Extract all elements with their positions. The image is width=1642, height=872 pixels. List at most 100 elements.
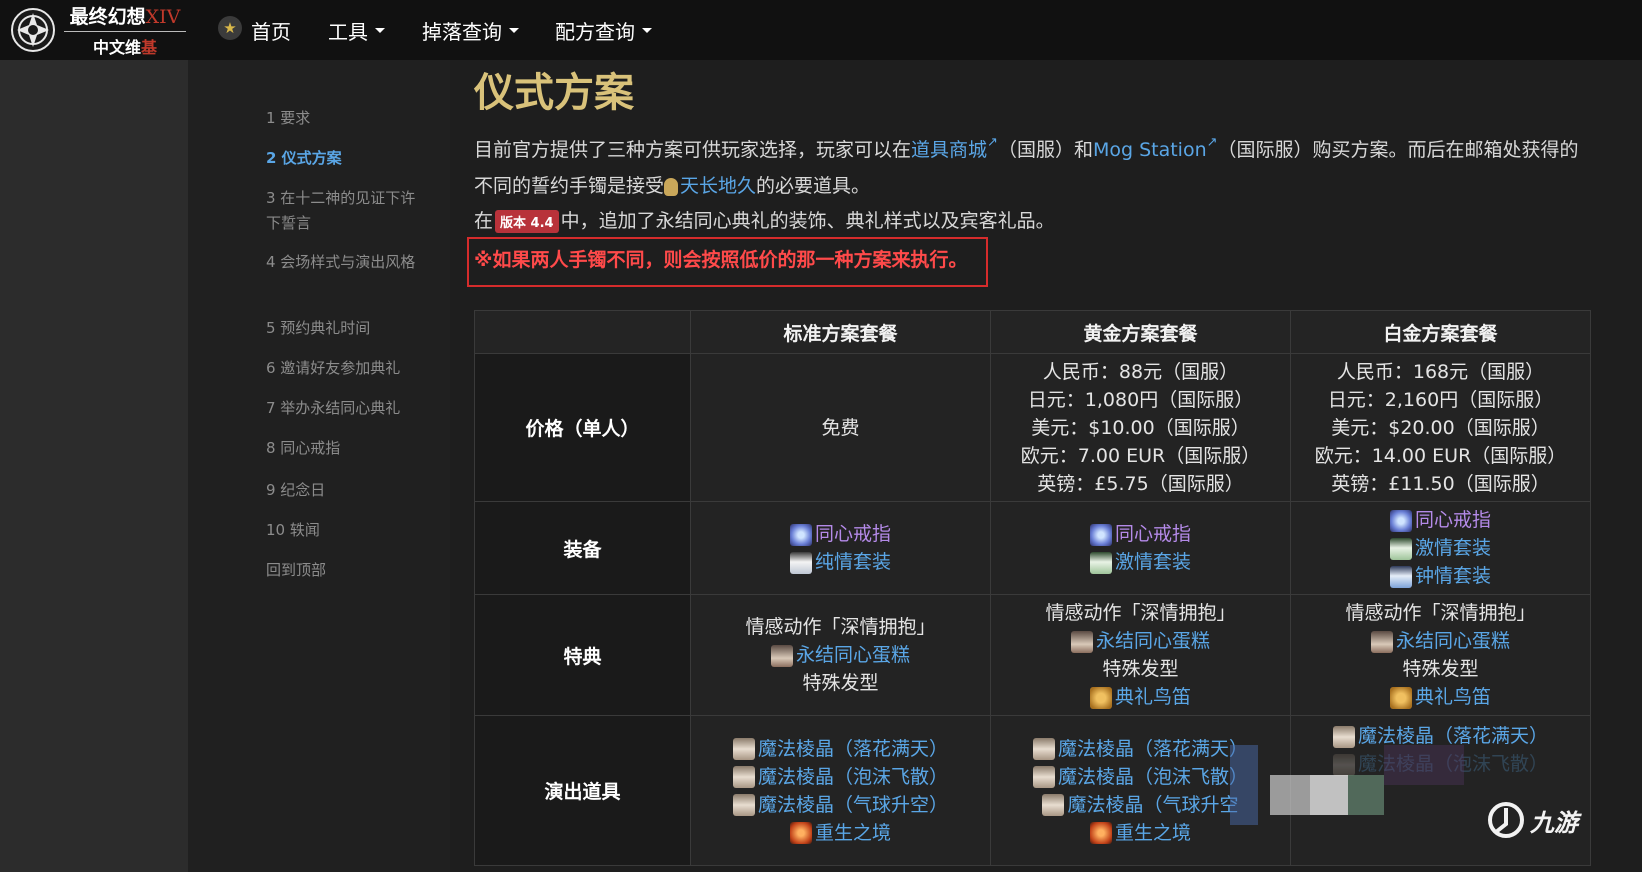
logo-title: 最终幻想XIV xyxy=(69,6,181,28)
item-link[interactable]: 永结同心蛋糕 xyxy=(1096,630,1210,652)
item-link[interactable]: 激情套装 xyxy=(1415,537,1491,559)
caret-down-icon xyxy=(642,28,652,33)
dress-icon xyxy=(1089,551,1112,574)
row-header-price: 价格（单人） xyxy=(474,353,691,502)
cake-icon xyxy=(770,644,793,667)
rebirth-icon xyxy=(789,822,812,844)
equipment-platinum: 同心戒指 激情套装 钟情套装 xyxy=(1290,501,1591,595)
paragraph-bracelet: 不同的誓约手镯是接受 天长地久的必要道具。 xyxy=(474,175,871,197)
equipment-gold: 同心戒指 激情套装 xyxy=(990,501,1291,595)
version-badge[interactable]: 版本 4.4 xyxy=(495,210,559,233)
toc-item-requirements[interactable]: 1 要求 xyxy=(266,106,426,131)
row-header-equipment: 装备 xyxy=(474,501,691,595)
prism-icon xyxy=(1042,794,1065,816)
cake-icon xyxy=(1370,630,1393,653)
item-link[interactable]: 重生之境 xyxy=(815,822,891,844)
ring-icon xyxy=(1089,523,1112,546)
notice-text: ※如果两人手镯不同，则会按照低价的那一种方案来执行。 xyxy=(474,249,968,271)
item-mall-link[interactable]: 道具商城 xyxy=(911,139,987,161)
prism-icon xyxy=(732,794,755,816)
star-icon[interactable]: ★ xyxy=(218,16,242,40)
toc-item-back-to-top[interactable]: 回到顶部 xyxy=(266,558,426,583)
item-link[interactable]: 魔法棱晶（泡沫飞散） xyxy=(758,766,948,788)
item-link[interactable]: 重生之境 xyxy=(1115,822,1191,844)
nav-recipe-search[interactable]: 配方查询 xyxy=(555,16,652,45)
mog-station-link[interactable]: Mog Station xyxy=(1093,139,1207,161)
toc-item-ceremony-plans[interactable]: 2 仪式方案 xyxy=(266,146,426,171)
prism-icon xyxy=(732,766,755,788)
item-link[interactable]: 同心戒指 xyxy=(815,523,891,545)
performance-gold: 魔法棱晶（落花满天） 魔法棱晶（泡沫飞散） 魔法棱晶（气球升空 重生之境 xyxy=(990,715,1291,866)
price-platinum: 人民币：168元（国服） 日元：2,160円（国际服） 美元：$20.00（国际… xyxy=(1290,353,1591,502)
nav-tools[interactable]: 工具 xyxy=(328,16,385,45)
table-header-gold: 黄金方案套餐 xyxy=(990,310,1291,354)
equipment-standard: 同心戒指 纯情套装 xyxy=(690,501,991,595)
prism-icon xyxy=(732,738,755,760)
ring-icon xyxy=(1389,509,1412,532)
left-sidebar-strip xyxy=(0,60,188,872)
toc-item-rings[interactable]: 8 同心戒指 xyxy=(266,436,426,461)
table-of-contents: 1 要求 2 仪式方案 3 在十二神的见证下许下誓言 4 会场样式与演出风格 5… xyxy=(188,60,450,872)
toc-item-trivia[interactable]: 10 轶闻 xyxy=(266,518,426,543)
item-link[interactable]: 魔法棱晶（泡沫飞散） xyxy=(1058,766,1248,788)
plan-comparison-table: 标准方案套餐 黄金方案套餐 白金方案套餐 价格（单人） 免费 人民币：88元（国… xyxy=(474,310,1591,866)
table-header-platinum: 白金方案套餐 xyxy=(1290,310,1591,354)
item-link[interactable]: 魔法棱晶（气球升空） xyxy=(758,794,948,816)
item-link[interactable]: 钟情套装 xyxy=(1415,565,1491,587)
rebirth-icon xyxy=(1089,822,1112,844)
item-link[interactable]: 同心戒指 xyxy=(1115,523,1191,545)
price-standard: 免费 xyxy=(690,353,991,502)
toc-item-hold-ceremony[interactable]: 7 举办永结同心典礼 xyxy=(266,396,426,421)
prism-icon xyxy=(1332,725,1355,748)
cake-icon xyxy=(1070,630,1093,653)
item-link[interactable]: 魔法棱晶（落花满天） xyxy=(1058,738,1248,760)
site-logo[interactable]: 最终幻想XIV 中文维基 xyxy=(10,0,195,60)
perks-gold: 情感动作「深情拥抱」 永结同心蛋糕 特殊发型 典礼鸟笛 xyxy=(990,594,1291,716)
paragraph-intro: 目前官方提供了三种方案可供玩家选择，玩家可以在道具商城↗（国服）和Mog Sta… xyxy=(474,135,1579,161)
toc-item-reservation[interactable]: 5 预约典礼时间 xyxy=(266,316,426,341)
item-link[interactable]: 永结同心蛋糕 xyxy=(1396,630,1510,652)
nav-home[interactable]: 首页 xyxy=(251,16,291,45)
item-link[interactable]: 永结同心蛋糕 xyxy=(796,644,910,666)
table-row-performance: 演出道具 魔法棱晶（落花满天） 魔法棱晶（泡沫飞散） 魔法棱晶（气球升空） 重生… xyxy=(474,715,1591,866)
toc-item-anniversary[interactable]: 9 纪念日 xyxy=(266,478,426,503)
prism-icon xyxy=(1032,766,1055,788)
item-link[interactable]: 激情套装 xyxy=(1115,551,1191,573)
watermark: 九游 xyxy=(1486,790,1626,850)
caret-down-icon xyxy=(509,28,519,33)
table-row-perks: 特典 情感动作「深情拥抱」 永结同心蛋糕 特殊发型 情感动作「深情拥抱」 永结同… xyxy=(474,594,1591,716)
bird-whistle-icon xyxy=(1389,686,1412,709)
item-link[interactable]: 典礼鸟笛 xyxy=(1115,686,1191,708)
item-link[interactable]: 纯情套装 xyxy=(815,551,891,573)
dress-icon xyxy=(1389,565,1412,588)
caret-down-icon xyxy=(375,28,385,33)
quest-icon xyxy=(664,177,679,196)
main-content: 仪式方案 目前官方提供了三种方案可供玩家选择，玩家可以在道具商城↗（国服）和Mo… xyxy=(450,60,1642,872)
toc-item-venue-style[interactable]: 4 会场样式与演出风格 xyxy=(266,250,426,275)
item-link[interactable]: 同心戒指 xyxy=(1415,509,1491,531)
top-navbar: 最终幻想XIV 中文维基 ★ 首页 工具 掉落查询 配方查询 xyxy=(0,0,1642,60)
crystal-emblem-icon xyxy=(11,8,55,52)
item-link[interactable]: 魔法棱晶（泡沫飞散） xyxy=(1358,753,1548,775)
table-header-standard: 标准方案套餐 xyxy=(690,310,991,354)
page-title: 仪式方案 xyxy=(474,70,634,116)
perks-platinum: 情感动作「深情拥抱」 永结同心蛋糕 特殊发型 典礼鸟笛 xyxy=(1290,594,1591,716)
nine-game-logo-icon xyxy=(1488,802,1524,838)
item-link[interactable]: 魔法棱晶（落花满天） xyxy=(1358,725,1548,747)
item-link[interactable]: 魔法棱晶（落花满天） xyxy=(758,738,948,760)
bird-whistle-icon xyxy=(1089,686,1112,709)
quest-link[interactable]: 天长地久 xyxy=(680,175,756,197)
toc-item-invite-friends[interactable]: 6 邀请好友参加典礼 xyxy=(266,356,426,381)
toc-item-vows[interactable]: 3 在十二神的见证下许下誓言 xyxy=(266,186,426,236)
paragraph-version: 在版本 4.4 中，追加了永结同心典礼的装饰、典礼样式以及宾客礼品。 xyxy=(474,210,1055,233)
dress-icon xyxy=(789,551,812,574)
watermark-text: 九游 xyxy=(1530,808,1578,837)
price-gold: 人民币：88元（国服） 日元：1,080円（国际服） 美元：$10.00（国际服… xyxy=(990,353,1291,502)
row-header-perks: 特典 xyxy=(474,594,691,716)
nav-drop-search[interactable]: 掉落查询 xyxy=(422,16,519,45)
table-header-row: 标准方案套餐 黄金方案套餐 白金方案套餐 xyxy=(474,310,1591,354)
external-link-icon: ↗ xyxy=(1206,135,1218,150)
item-link[interactable]: 魔法棱晶（气球升空 xyxy=(1067,794,1238,816)
item-link[interactable]: 典礼鸟笛 xyxy=(1415,686,1491,708)
prism-icon xyxy=(1332,753,1355,776)
